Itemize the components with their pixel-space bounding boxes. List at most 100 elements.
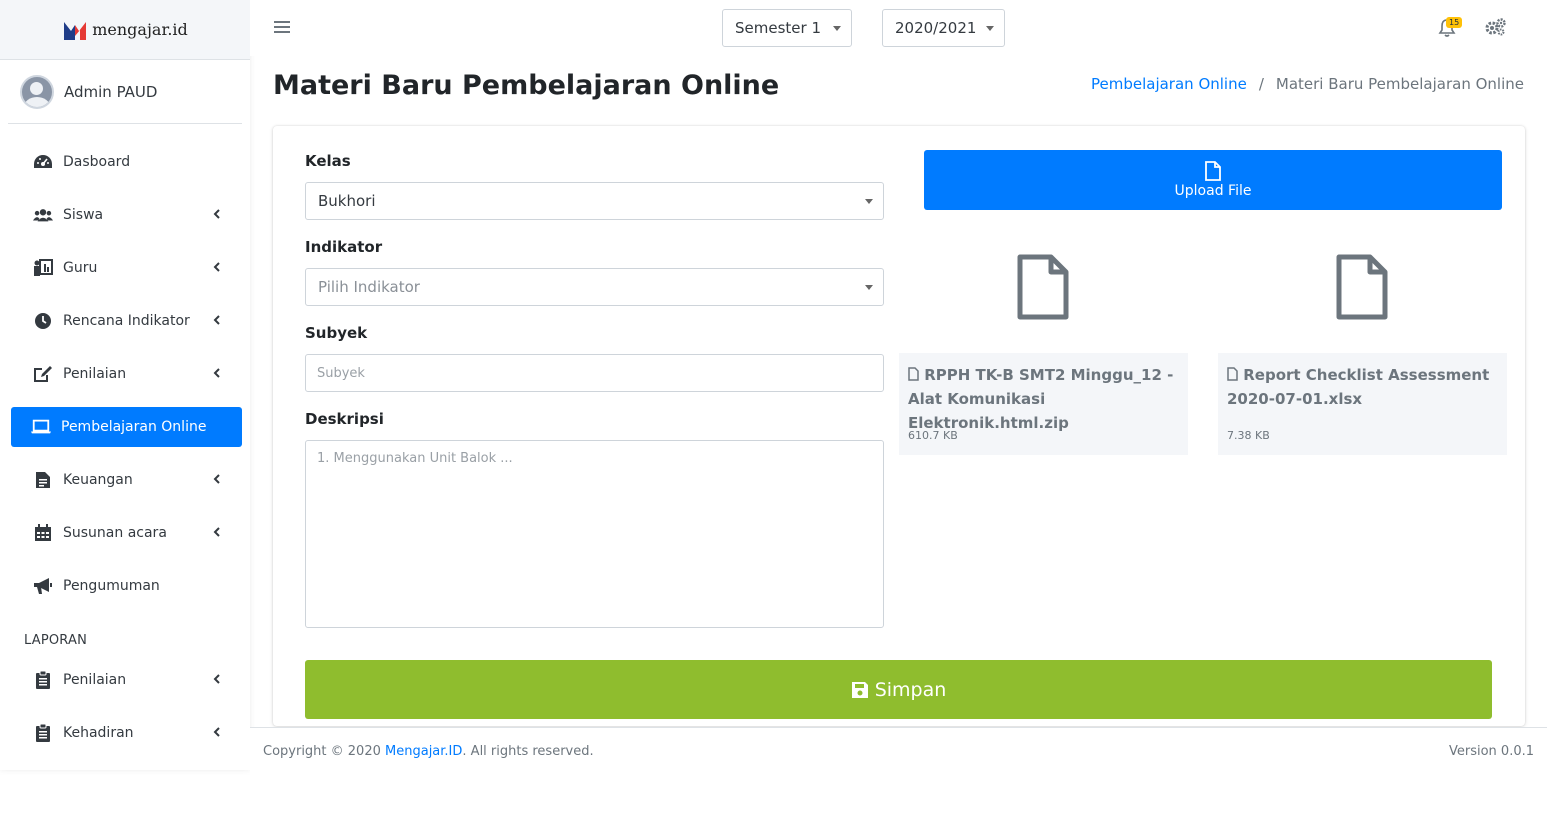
sidebar-report-nav: Penilaian Kehadiran <box>0 660 250 753</box>
sidebar-item-laporan-kehadiran[interactable]: Kehadiran <box>11 713 242 753</box>
deskripsi-textarea[interactable] <box>305 440 884 628</box>
upload-file-button[interactable]: Upload File <box>924 150 1502 210</box>
footer: Copyright © 2020 Mengajar.ID. All rights… <box>250 727 1547 775</box>
sidebar-item-susunan-acara[interactable]: Susunan acara <box>11 513 242 553</box>
file-icon <box>1205 161 1221 181</box>
clipboard-icon <box>33 724 53 742</box>
chevron-left-icon <box>213 262 220 272</box>
tachometer-icon <box>33 153 53 171</box>
chevron-left-icon <box>213 209 220 219</box>
save-icon <box>851 681 868 698</box>
indikator-label: Indikator <box>305 238 383 256</box>
sidebar-section-header: LAPORAN <box>24 633 88 648</box>
hamburger-menu-icon[interactable] <box>274 20 290 34</box>
laptop-icon <box>31 418 51 436</box>
chevron-left-icon <box>213 674 220 684</box>
sidebar-item-label: Siswa <box>63 207 104 223</box>
caret-down-icon <box>865 285 873 290</box>
chevron-left-icon <box>213 527 220 537</box>
caret-down-icon <box>833 26 841 31</box>
sidebar-item-label: Kehadiran <box>63 725 134 741</box>
brand-name: mengajar.id <box>92 20 188 39</box>
sidebar-item-label: Susunan acara <box>63 525 167 541</box>
chevron-left-icon <box>213 727 220 737</box>
uploaded-file-size: 610.7 KB <box>908 429 958 442</box>
sidebar-item-label: Pembelajaran Online <box>61 419 207 435</box>
brand-logo-icon <box>64 21 87 40</box>
sidebar-item-guru[interactable]: Guru <box>11 248 242 288</box>
sidebar-item-siswa[interactable]: Siswa <box>11 195 242 235</box>
sidebar-item-label: Dasboard <box>63 154 131 170</box>
uploaded-file-card[interactable]: Report Checklist Assessment 2020-07-01.x… <box>1218 353 1507 455</box>
save-button[interactable]: Simpan <box>305 660 1492 719</box>
avatar <box>20 74 54 109</box>
sidebar-item-label: Guru <box>63 260 98 276</box>
sidebar-item-label: Penilaian <box>63 672 127 688</box>
sidebar-item-label: Keuangan <box>63 472 133 488</box>
sidebar-item-laporan-penilaian[interactable]: Penilaian <box>11 660 242 700</box>
caret-down-icon <box>986 26 994 31</box>
file-invoice-icon <box>33 471 53 489</box>
footer-copyright: Copyright © 2020 Mengajar.ID. All rights… <box>263 744 594 759</box>
breadcrumb-link-parent[interactable]: Pembelajaran Online <box>1091 75 1247 93</box>
breadcrumb-current: Materi Baru Pembelajaran Online <box>1275 75 1524 93</box>
sidebar-nav: Dasboard Siswa Guru Rencana Indikator Pe… <box>0 124 250 606</box>
year-select[interactable]: 2020/2021 <box>882 9 1005 47</box>
brand[interactable]: mengajar.id <box>0 0 250 60</box>
kelas-select-value: Bukhori <box>318 192 376 210</box>
sidebar-item-label: Rencana Indikator <box>63 313 190 329</box>
sidebar-item-rencana-indikator[interactable]: Rencana Indikator <box>11 301 242 341</box>
sidebar-item-penilaian[interactable]: Penilaian <box>11 354 242 394</box>
copyright-suffix: . All rights reserved. <box>462 744 594 759</box>
indikator-select[interactable]: Pilih Indikator <box>305 268 884 306</box>
clipboard-icon <box>33 671 53 689</box>
uploaded-file-card[interactable]: RPPH TK-B SMT2 Minggu_12 - Alat Komunika… <box>899 353 1188 455</box>
deskripsi-label: Deskripsi <box>305 410 384 428</box>
page-title: Materi Baru Pembelajaran Online <box>273 70 780 101</box>
sidebar: mengajar.id Admin PAUD Dasboard Siswa Gu… <box>0 0 250 770</box>
save-button-label: Simpan <box>874 678 947 701</box>
indikator-select-placeholder: Pilih Indikator <box>318 278 420 296</box>
breadcrumb-separator: / <box>1258 75 1264 93</box>
uploaded-file-name-text: RPPH TK-B SMT2 Minggu_12 - Alat Komunika… <box>908 366 1174 432</box>
clock-icon <box>33 312 53 330</box>
chalkboard-teacher-icon <box>33 259 53 277</box>
footer-version: Version 0.0.1 <box>1448 744 1534 759</box>
subyek-input[interactable] <box>305 354 884 392</box>
semester-select[interactable]: Semester 1 <box>722 9 852 47</box>
year-select-value: 2020/2021 <box>895 19 977 37</box>
breadcrumb: Pembelajaran Online / Materi Baru Pembel… <box>1091 75 1524 93</box>
upload-file-label: Upload File <box>1174 183 1252 199</box>
uploaded-file-name: Report Checklist Assessment 2020-07-01.x… <box>1227 363 1498 411</box>
chevron-left-icon <box>213 368 220 378</box>
caret-down-icon <box>865 199 873 204</box>
sidebar-item-label: Penilaian <box>63 366 127 382</box>
copyright-prefix: Copyright © 2020 <box>263 744 386 759</box>
uploaded-file-name: RPPH TK-B SMT2 Minggu_12 - Alat Komunika… <box>908 363 1179 435</box>
uploaded-file-name-text: Report Checklist Assessment 2020-07-01.x… <box>1227 366 1490 408</box>
kelas-select[interactable]: Bukhori <box>305 182 884 220</box>
edit-icon <box>33 365 53 383</box>
kelas-label: Kelas <box>305 152 351 170</box>
chevron-left-icon <box>213 474 220 484</box>
footer-brand-link[interactable]: Mengajar.ID <box>385 744 462 759</box>
bullhorn-icon <box>33 577 53 595</box>
uploaded-file-size: 7.38 KB <box>1227 429 1270 442</box>
file-icon <box>1227 367 1238 381</box>
semester-select-value: Semester 1 <box>735 19 821 37</box>
file-preview-icon <box>1336 254 1388 320</box>
sidebar-item-pengumuman[interactable]: Pengumuman <box>11 566 242 606</box>
chevron-left-icon <box>213 315 220 325</box>
calendar-icon <box>33 524 53 542</box>
sidebar-item-dasboard[interactable]: Dasboard <box>11 142 242 182</box>
sidebar-item-keuangan[interactable]: Keuangan <box>11 460 242 500</box>
notification-badge: 15 <box>1446 17 1463 28</box>
sidebar-item-label: Pengumuman <box>63 578 160 594</box>
top-navbar: Semester 1 2020/2021 15 <box>250 0 1547 56</box>
users-icon <box>33 206 53 224</box>
gears-icon[interactable] <box>1484 18 1506 36</box>
sidebar-item-pembelajaran-online[interactable]: Pembelajaran Online <box>11 407 242 447</box>
user-panel[interactable]: Admin PAUD <box>8 60 242 124</box>
file-icon <box>908 367 919 381</box>
subyek-label: Subyek <box>305 324 368 342</box>
